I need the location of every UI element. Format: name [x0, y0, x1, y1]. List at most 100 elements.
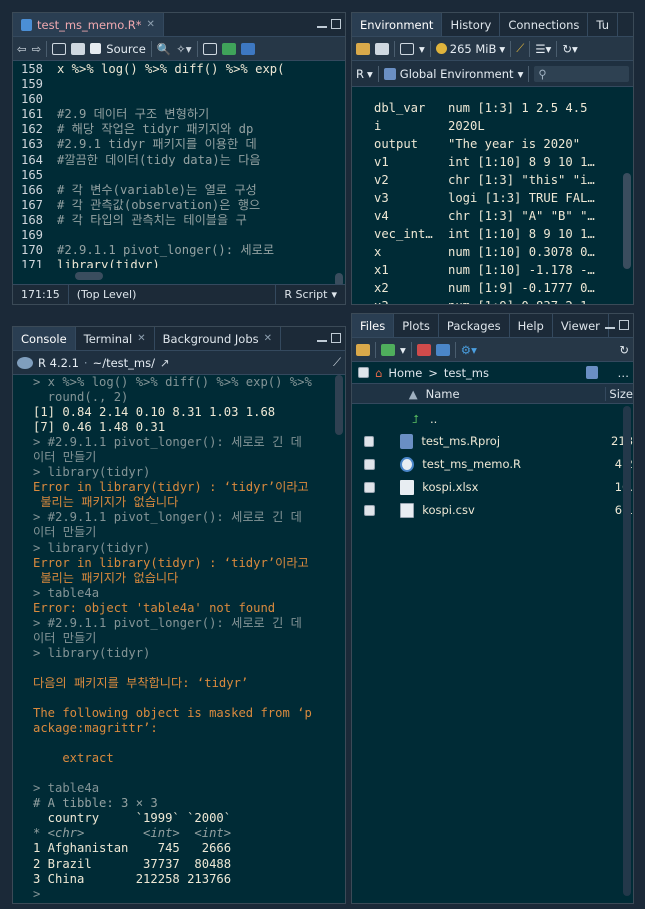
- broom-icon[interactable]: ⟋: [516, 41, 524, 56]
- outline-icon[interactable]: [202, 42, 217, 55]
- editor-scrollbar-horizontal[interactable]: [75, 272, 103, 280]
- env-row[interactable]: i 2020L: [352, 117, 621, 135]
- console-scrollbar[interactable]: [335, 375, 343, 435]
- file-name-link[interactable]: kospi.csv: [414, 503, 614, 517]
- code-line[interactable]: 162 # 해당 작업은 tidyr 패키지와 dp: [13, 122, 335, 137]
- code-line[interactable]: 159: [13, 77, 335, 92]
- refresh-icon[interactable]: ↻▾: [562, 42, 577, 56]
- env-search-input[interactable]: ⚲: [534, 65, 629, 82]
- code-line[interactable]: 165: [13, 168, 335, 183]
- code-line[interactable]: 169: [13, 228, 335, 243]
- scope-selector[interactable]: Global Environment ▾: [383, 67, 523, 81]
- minimize-icon[interactable]: [317, 24, 327, 28]
- env-row[interactable]: output "The year is 2020": [352, 135, 621, 153]
- close-icon[interactable]: ✕: [264, 333, 272, 344]
- gear-icon[interactable]: ⚙▾: [461, 343, 477, 357]
- env-row[interactable]: x3num [1:9] 0.837 2.1…: [352, 297, 621, 304]
- tab-files[interactable]: Files: [352, 314, 395, 337]
- code-line[interactable]: 170 #2.9.1.1 pivot_longer(): 세로로: [13, 243, 335, 258]
- memory-usage-button[interactable]: 265 MiB ▾: [435, 42, 505, 56]
- list-view-icon[interactable]: ☰▾: [535, 42, 551, 56]
- code-line[interactable]: 168 # 각 타입의 관측치는 테이블을 구: [13, 213, 335, 228]
- files-scrollbar-vertical[interactable]: [623, 406, 631, 896]
- tab-tutorial[interactable]: Tu: [588, 13, 618, 36]
- tab-connections[interactable]: Connections: [500, 13, 589, 36]
- parent-directory-row[interactable]: ⮥ ..: [352, 408, 633, 430]
- magic-wand-icon[interactable]: ✧▾: [176, 42, 191, 56]
- minimize-icon[interactable]: [605, 325, 615, 329]
- breadcrumb-current[interactable]: test_ms: [444, 366, 489, 380]
- go-to-directory-icon[interactable]: ↗: [160, 356, 170, 370]
- rerun-icon[interactable]: [240, 42, 255, 55]
- back-arrow-icon[interactable]: ⇦: [17, 42, 27, 56]
- code-line[interactable]: 163 #2.9.1 tidyr 패키지를 이용한 데: [13, 137, 335, 152]
- file-row[interactable]: test_ms_memo.R4.2: [352, 453, 633, 475]
- save-workspace-icon[interactable]: [375, 42, 389, 55]
- tab-help[interactable]: Help: [510, 314, 553, 337]
- env-row[interactable]: x num [1:10] 0.3078 0…: [352, 243, 621, 261]
- env-row[interactable]: x1 num [1:10] -1.178 -…: [352, 261, 621, 279]
- new-file-icon[interactable]: [381, 343, 395, 356]
- file-name-link[interactable]: kospi.xlsx: [414, 480, 614, 494]
- more-icon[interactable]: …: [618, 366, 630, 380]
- tab-packages[interactable]: Packages: [439, 314, 510, 337]
- filetype-selector[interactable]: R Script ▾: [275, 285, 345, 304]
- code-line[interactable]: 158 x %>% log() %>% diff() %>% exp(: [13, 62, 335, 77]
- run-icon[interactable]: [221, 42, 236, 55]
- tab-plots[interactable]: Plots: [394, 314, 439, 337]
- maximize-icon[interactable]: [619, 320, 629, 330]
- column-header-name[interactable]: Name: [426, 387, 606, 401]
- env-row[interactable]: v4 chr [1:3] "A" "B" "…: [352, 207, 621, 225]
- rename-icon[interactable]: [435, 343, 450, 356]
- env-row[interactable]: v1 int [1:10] 8 9 10 1…: [352, 153, 621, 171]
- sort-ascending-icon[interactable]: ▲: [409, 387, 418, 401]
- maximize-icon[interactable]: [331, 19, 341, 29]
- tab-environment[interactable]: Environment: [352, 13, 443, 36]
- close-icon[interactable]: ✕: [147, 19, 155, 30]
- show-in-window-icon[interactable]: [52, 42, 67, 55]
- broom-icon[interactable]: ⟋: [333, 355, 341, 370]
- code-line[interactable]: 166 # 각 변수(variable)는 열로 구성: [13, 183, 335, 198]
- refresh-icon[interactable]: ↻: [619, 343, 629, 357]
- code-line[interactable]: 164 #깔끔한 데이터(tidy data)는 다음: [13, 153, 335, 168]
- save-icon[interactable]: [71, 42, 86, 55]
- new-folder-icon[interactable]: [356, 343, 370, 356]
- import-dataset-icon[interactable]: [400, 42, 414, 55]
- home-icon[interactable]: ⌂: [375, 366, 382, 380]
- env-row[interactable]: x2 num [1:9] -0.1777 0…: [352, 279, 621, 297]
- env-row[interactable]: vec_int… int [1:10] 8 9 10 1…: [352, 225, 621, 243]
- file-checkbox[interactable]: [363, 435, 375, 447]
- tab-history[interactable]: History: [442, 13, 501, 36]
- delete-icon[interactable]: [416, 343, 431, 356]
- file-checkbox[interactable]: [363, 504, 375, 516]
- working-directory[interactable]: ~/test_ms/: [93, 356, 155, 370]
- code-line[interactable]: 160: [13, 92, 335, 107]
- tab-background-jobs[interactable]: Background Jobs ✕: [155, 327, 282, 350]
- source-on-save-label[interactable]: Source: [106, 42, 146, 56]
- console-output[interactable]: > x %>% log() %>% diff() %>% exp() %>% r…: [13, 375, 339, 901]
- file-name-link[interactable]: test_ms_memo.R: [414, 457, 614, 471]
- project-icon[interactable]: [585, 366, 598, 379]
- file-row[interactable]: test_ms.Rproj218: [352, 430, 633, 452]
- chevron-down-icon[interactable]: ▾: [419, 42, 425, 56]
- scope-selector[interactable]: (Top Level): [69, 285, 276, 304]
- file-checkbox[interactable]: [363, 458, 375, 470]
- env-row[interactable]: v3 logi [1:3] TRUE FAL…: [352, 189, 621, 207]
- parent-directory-label[interactable]: ..: [430, 412, 437, 426]
- close-icon[interactable]: ✕: [137, 333, 145, 344]
- tab-console[interactable]: Console: [13, 327, 76, 350]
- maximize-icon[interactable]: [331, 333, 341, 343]
- column-header-size[interactable]: Size: [605, 386, 633, 401]
- env-scrollbar[interactable]: [623, 173, 631, 269]
- minimize-icon[interactable]: [317, 338, 327, 342]
- file-row[interactable]: kospi.csv6.1: [352, 499, 633, 521]
- env-row[interactable]: v2 chr [1:3] "this" "i…: [352, 171, 621, 189]
- file-row[interactable]: kospi.xlsx16.: [352, 476, 633, 498]
- code-line[interactable]: 161 #2.9 데이터 구조 변형하기: [13, 107, 335, 122]
- select-all-checkbox[interactable]: [358, 367, 369, 378]
- load-workspace-icon[interactable]: [356, 42, 370, 55]
- forward-arrow-icon[interactable]: ⇨: [32, 42, 42, 56]
- chevron-down-icon[interactable]: ▾: [400, 343, 406, 357]
- code-line[interactable]: 171 library(tidyr): [13, 258, 335, 268]
- file-checkbox[interactable]: [363, 481, 375, 493]
